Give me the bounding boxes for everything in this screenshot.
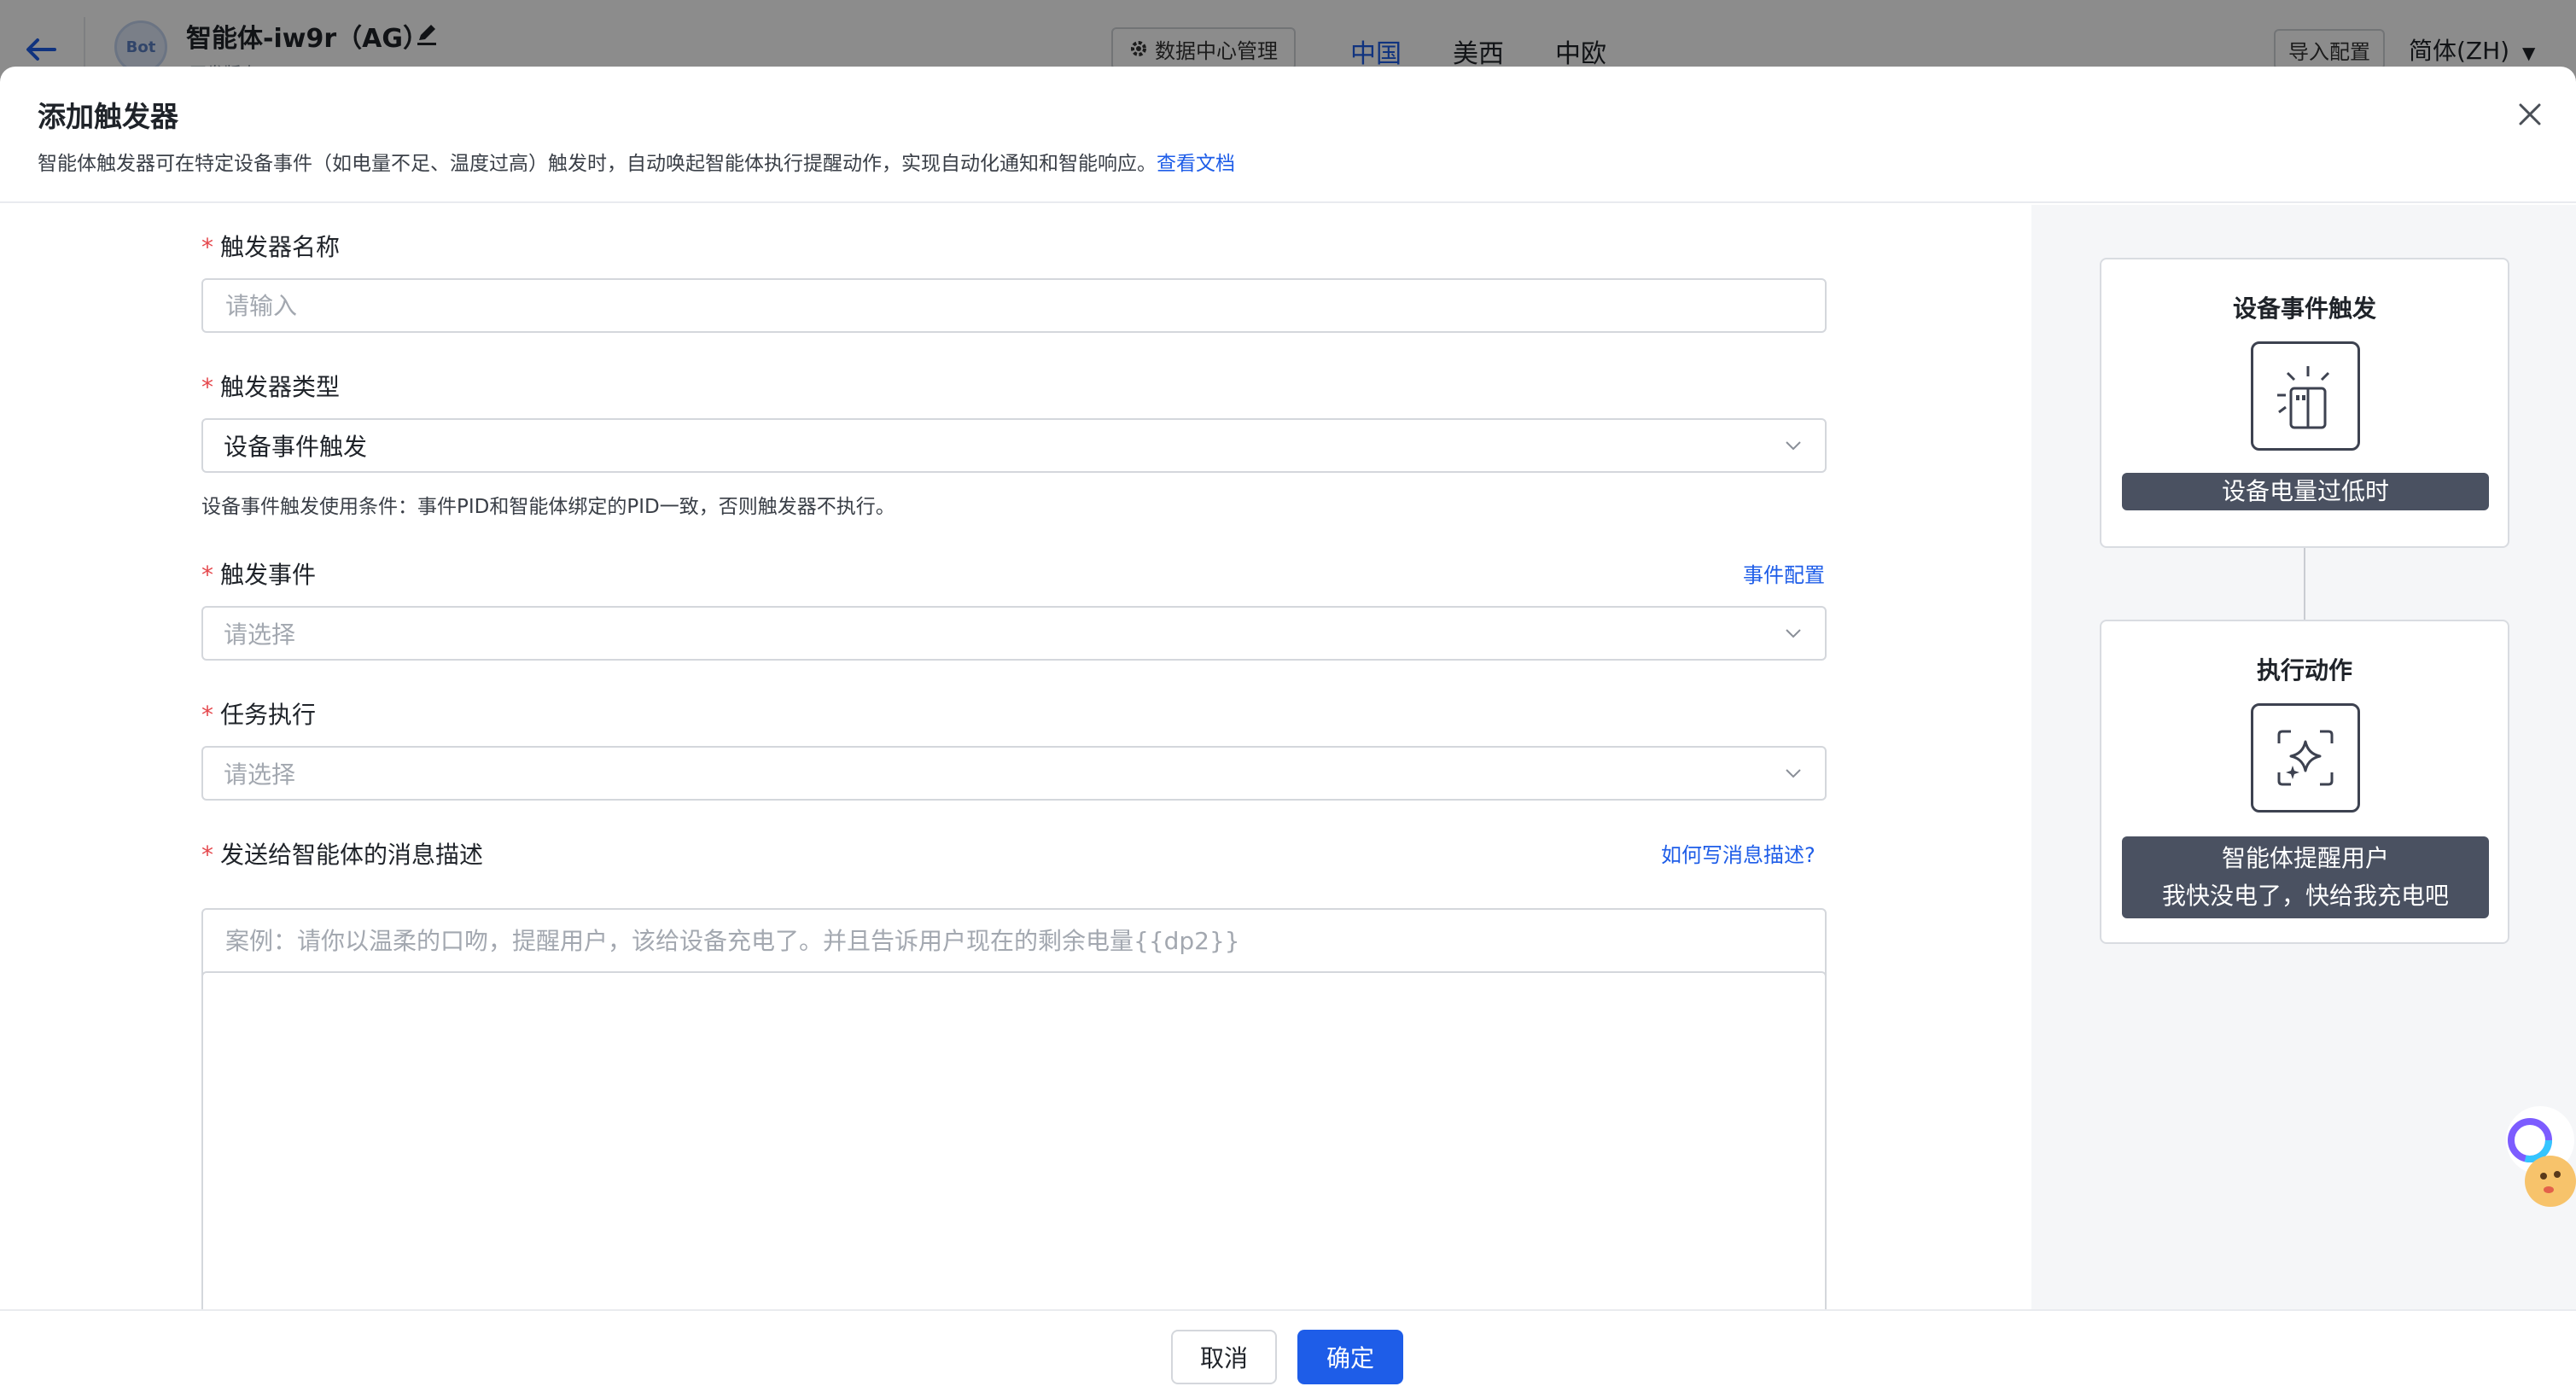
how-to-write-link[interactable]: 如何写消息描述?: [1661, 838, 1815, 868]
trigger-event-placeholder: 请选择: [224, 620, 296, 649]
add-trigger-drawer: 添加触发器 智能体触发器可在特定设备事件（如电量不足、温度过高）触发时，自动唤起…: [0, 67, 2576, 1398]
required-mark: *: [201, 373, 213, 401]
chevron-down-icon: [1786, 441, 1801, 451]
assistant-float-icon[interactable]: [2489, 1106, 2576, 1217]
trigger-name-field: [201, 278, 1827, 333]
required-mark: *: [201, 701, 213, 729]
trigger-card-title: 设备事件触发: [2232, 294, 2376, 323]
action-badge-line-2: 我快没电了，快给我充电吧: [2161, 882, 2449, 910]
ai-sparkle-icon: [2251, 703, 2360, 813]
close-icon[interactable]: [2513, 97, 2547, 131]
view-docs-link[interactable]: 查看文档: [1157, 153, 1235, 175]
drawer-header: 添加触发器 智能体触发器可在特定设备事件（如电量不足、温度过高）触发时，自动唤起…: [0, 67, 2576, 203]
message-label: * 发送给智能体的消息描述: [201, 836, 483, 871]
action-card-title: 执行动作: [2256, 656, 2352, 684]
description-text: 智能体触发器可在特定设备事件（如电量不足、温度过高）触发时，自动唤起智能体执行提…: [38, 153, 1157, 175]
action-preview-card: 执行动作 智能体提醒用户 我快没电了，快给我充电吧: [2100, 620, 2509, 944]
trigger-card-badge: 设备电量过低时: [2122, 473, 2489, 510]
message-textarea[interactable]: [224, 922, 1804, 1313]
trigger-type-value: 设备事件触发: [224, 433, 368, 461]
confirm-button[interactable]: 确定: [1297, 1330, 1403, 1384]
trigger-event-label: * 触发事件: [201, 556, 316, 591]
required-mark: *: [201, 561, 213, 589]
trigger-type-label-text: 触发器类型: [220, 373, 341, 401]
trigger-name-input[interactable]: [224, 290, 1804, 321]
trigger-name-label: * 触发器名称: [201, 229, 340, 263]
trigger-event-select[interactable]: 请选择: [201, 606, 1827, 661]
trigger-preview-card: 设备事件触发 设备电量过低时: [2100, 258, 2509, 548]
required-mark: *: [201, 233, 213, 261]
device-event-icon: [2251, 341, 2360, 451]
trigger-type-label: * 触发器类型: [201, 369, 340, 403]
drawer-title: 添加触发器: [38, 100, 178, 133]
action-badge-line-1: 智能体提醒用户: [2221, 844, 2389, 872]
drawer-description: 智能体触发器可在特定设备事件（如电量不足、温度过高）触发时，自动唤起智能体执行提…: [38, 147, 1235, 176]
task-placeholder: 请选择: [224, 760, 296, 789]
trigger-name-label-text: 触发器名称: [220, 233, 341, 261]
trigger-event-label-text: 触发事件: [220, 561, 317, 589]
message-label-text: 发送给智能体的消息描述: [220, 841, 484, 869]
event-config-link[interactable]: 事件配置: [1743, 558, 1825, 588]
action-card-badge: 智能体提醒用户 我快没电了，快给我充电吧: [2122, 836, 2489, 918]
task-select[interactable]: 请选择: [201, 746, 1827, 801]
flow-connector: [2304, 548, 2305, 620]
trigger-type-select[interactable]: 设备事件触发: [201, 418, 1827, 473]
task-label: * 任务执行: [201, 696, 316, 731]
cancel-button[interactable]: 取消: [1171, 1330, 1277, 1384]
chevron-down-icon: [1786, 769, 1801, 778]
task-label-text: 任务执行: [220, 701, 317, 729]
trigger-type-hint: 设备事件触发使用条件：事件PID和智能体绑定的PID一致，否则触发器不执行。: [201, 496, 895, 518]
required-mark: *: [201, 841, 213, 869]
chevron-down-icon: [1786, 629, 1801, 638]
message-textarea-box: [201, 908, 1827, 1326]
drawer-footer: 取消 确定: [0, 1309, 2576, 1398]
